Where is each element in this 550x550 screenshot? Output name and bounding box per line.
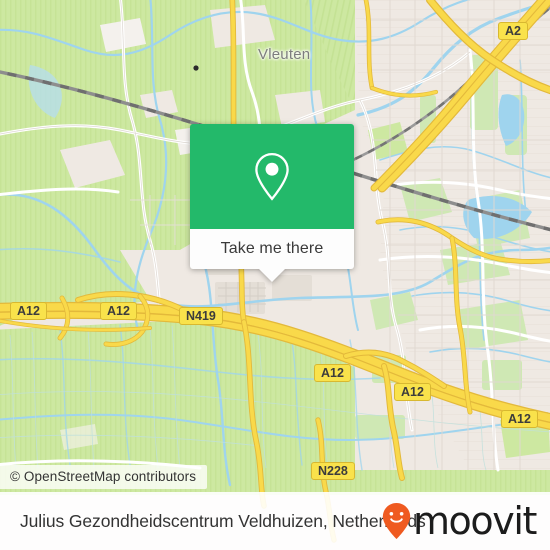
- popup-tip: [259, 269, 285, 282]
- moovit-map-screenshot: Vleuten A2 A12 A12 N419 A12 A12 A12 N228…: [0, 0, 550, 550]
- moovit-brand[interactable]: moovit: [381, 499, 537, 543]
- moovit-smiley-pin-icon: [382, 502, 411, 540]
- shield-label: A2: [505, 24, 521, 38]
- shield-label: A12: [107, 304, 130, 318]
- road-shield-a12-1: A12: [10, 302, 47, 320]
- take-me-there-label: Take me there: [220, 240, 324, 257]
- road-shield-a12-5: A12: [501, 410, 538, 428]
- shield-label: A12: [401, 385, 424, 399]
- road-shield-n419: N419: [179, 307, 223, 325]
- shield-label: N228: [318, 464, 348, 478]
- take-me-there-popup[interactable]: Take me there: [190, 124, 354, 282]
- shield-label: A12: [508, 412, 531, 426]
- map-pin-icon: [255, 152, 289, 201]
- place-label-text: Vleuten: [258, 46, 311, 63]
- map-place-label-vleuten: Vleuten: [258, 46, 310, 63]
- location-title: Julius Gezondheidscentrum Veldhuizen, Ne…: [20, 510, 426, 531]
- shield-label: A12: [17, 304, 40, 318]
- road-shield-a2: A2: [498, 22, 528, 40]
- shield-label: A12: [321, 366, 344, 380]
- road-shield-a12-3: A12: [314, 364, 351, 382]
- osm-attribution[interactable]: © OpenStreetMap contributors: [0, 465, 208, 489]
- popup-action-bar[interactable]: Take me there: [190, 229, 354, 282]
- moovit-wordmark: moovit: [412, 499, 537, 543]
- shield-label: N419: [186, 309, 216, 323]
- road-shield-a12-2: A12: [100, 302, 137, 320]
- road-shield-n228: N228: [311, 462, 355, 480]
- footer-bar: Julius Gezondheidscentrum Veldhuizen, Ne…: [0, 492, 550, 550]
- osm-attribution-text: © OpenStreetMap contributors: [10, 469, 197, 484]
- popup-pin-panel: [190, 124, 354, 229]
- road-shield-a12-4: A12: [394, 383, 431, 401]
